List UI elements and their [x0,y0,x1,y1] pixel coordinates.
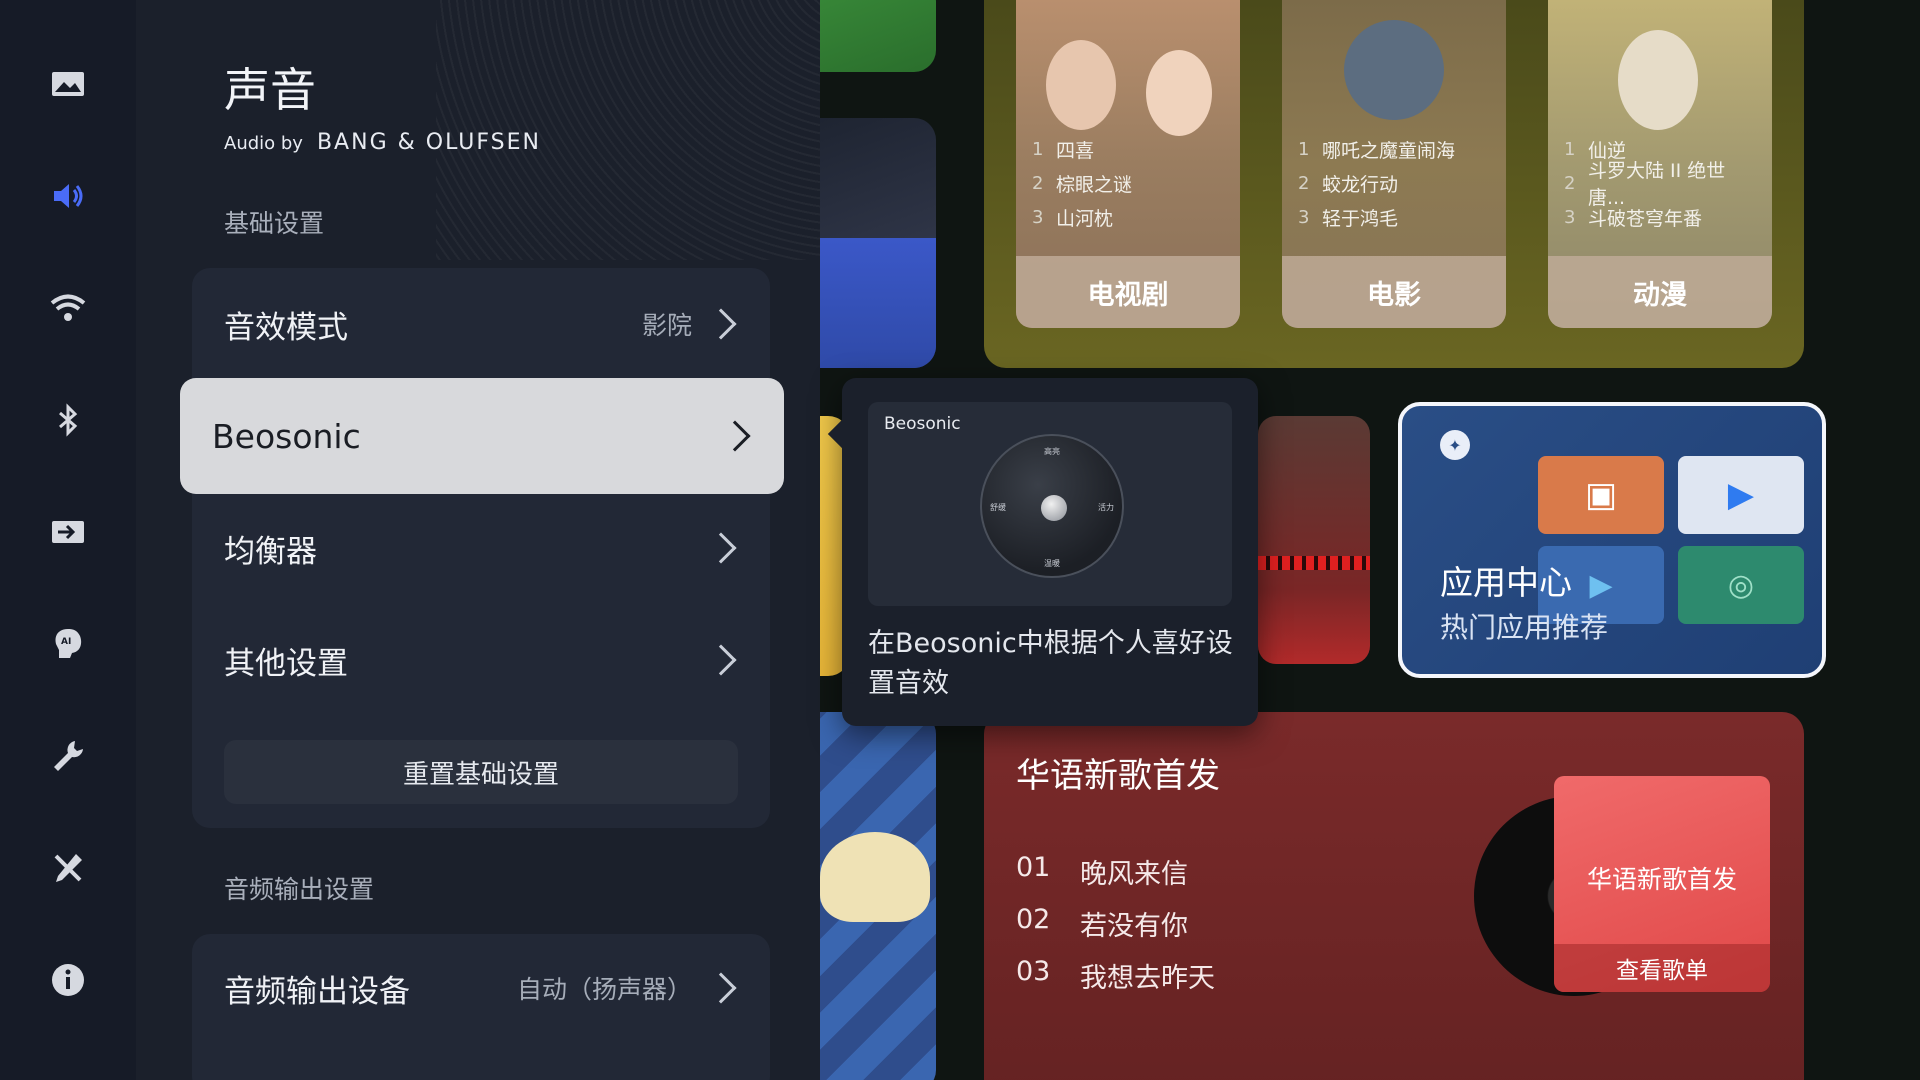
song-item[interactable]: 03 我想去昨天 [1016,956,1215,995]
chevron-right-icon [705,532,737,564]
output-device-item[interactable]: 音频输出设备 自动（扬声器） [192,938,770,1038]
nav-about[interactable] [42,954,94,1006]
brand-name: BANG & OLUFSEN [316,130,541,155]
tv-series-label: 电视剧 [1016,256,1240,328]
ranking-row: 3 轻于鸿毛 [1298,206,1399,230]
tools-icon [54,854,82,882]
equalizer-item[interactable]: 均衡器 [192,498,770,598]
album-title: 华语新歌首发 [1586,865,1737,894]
sound-icon [54,184,83,208]
anime-ranking: 1 仙逆 2 斗罗大陆 II 绝世唐... 3 斗破苍穹年番 [1548,132,1772,234]
dial-label-bottom: 温暖 [1044,559,1060,568]
nav-ai-assistant[interactable]: AI [42,618,94,670]
nav-bluetooth[interactable] [42,394,94,446]
wrench-icon [54,741,83,771]
beosonic-label: Beosonic [212,416,361,456]
mango-tv-icon: ▣ [1538,456,1664,534]
ranking-row: 2 斗罗大陆 II 绝世唐... [1564,160,1726,209]
ranking-row: 2 棕眼之谜 [1032,172,1133,196]
app-center-title: 应用中心 [1440,563,1572,602]
app-center-subtitle: 热门应用推荐 [1440,611,1609,644]
reset-basic-settings-button[interactable]: 重置基础设置 [224,740,738,804]
app-center-card[interactable]: ✦ ▣ ▶ ▶ ◎ 应用中心 热门应用推荐 [1398,402,1826,678]
category-movie[interactable]: 1 哪吒之魔童闹海 2 蛟龙行动 3 轻于鸿毛 电影 [1282,0,1506,328]
beosonic-dial: 高亮 舒缓 活力 温暖 [980,434,1124,578]
movie-label: 电影 [1282,256,1506,328]
info-icon [52,964,84,996]
input-source-icon [52,521,84,543]
output-device-label: 音频输出设备 [224,973,410,1010]
chevron-right-icon [705,972,737,1004]
album-cover[interactable]: 华语新歌首发 查看歌单 [1554,776,1770,992]
nav-sound[interactable] [42,170,94,222]
settings-nav: AI [0,0,136,1080]
ranking-row: 3 山河枕 [1032,206,1114,230]
tooltip-description: 在Beosonic中根据个人喜好设置音效 [868,628,1233,699]
chevron-right-icon [705,644,737,676]
ranking-row: 1 四喜 [1032,138,1095,162]
audio-by-prefix: Audio by [224,133,303,154]
nav-network[interactable] [42,282,94,334]
music-card: 华语新歌首发 01 晚风来信 02 若没有你 03 我想去昨天 华语新歌首发 查看歌单 [984,712,1804,1080]
fire-icon: ✦ [1440,430,1470,460]
category-anime[interactable]: 1 仙逆 2 斗罗大陆 II 绝世唐... 3 斗破苍穹年番 动漫 [1548,0,1772,328]
category-tv-series[interactable]: 1 四喜 2 棕眼之谜 3 山河枕 电视剧 [1016,0,1240,328]
wifi-icon [50,294,86,321]
svg-text:AI: AI [61,637,71,647]
tile-drama[interactable] [1258,416,1370,664]
bluetooth-icon [59,403,78,437]
drama-decoration [1258,556,1370,570]
equalizer-label: 均衡器 [224,533,317,570]
nav-system-tools[interactable] [42,842,94,894]
music-title: 华语新歌首发 [1016,756,1220,796]
sound-settings-panel: 声音 Audio by BANG & OLUFSEN 基础设置 音效模式 影院 … [136,0,820,1080]
view-playlist-button[interactable]: 查看歌单 [1554,944,1770,992]
ranking-row: 1 哪吒之魔童闹海 [1298,138,1456,162]
dial-label-left: 舒缓 [990,503,1006,512]
video-play-icon: ▶ [1678,456,1804,534]
song-item[interactable]: 01 晚风来信 [1016,852,1188,891]
other-settings-label: 其他设置 [224,645,348,682]
nav-picture[interactable] [42,58,94,110]
sound-mode-item[interactable]: 音效模式 影院 [192,274,770,374]
beosonic-item[interactable]: Beosonic [180,378,784,494]
page-title: 声音 [224,63,316,117]
ai-assistant-icon: AI [55,629,82,658]
beosonic-tooltip: Beosonic 高亮 舒缓 活力 温暖 在Beosonic中根据个人喜好设置音… [827,378,1258,726]
car-graphic [820,832,930,922]
camera-icon: ◎ [1678,546,1804,624]
chevron-right-icon [719,420,751,452]
dial-label-right: 活力 [1098,503,1114,512]
preview-title: Beosonic [884,414,961,434]
other-settings-item[interactable]: 其他设置 [192,610,770,710]
dial-knob [1041,495,1067,521]
video-rankings-card: 1 四喜 2 棕眼之谜 3 山河枕 电视剧 1 哪吒之魔童闹海 2 蛟龙行动 3 轻于鸿毛 … [984,0,1804,368]
beosonic-preview: Beosonic 高亮 舒缓 活力 温暖 [868,402,1232,606]
anime-label: 动漫 [1548,256,1772,328]
section-output-heading: 音频输出设置 [224,875,375,904]
movie-ranking: 1 哪吒之魔童闹海 2 蛟龙行动 3 轻于鸿毛 [1282,132,1506,234]
sound-mode-value: 影院 [641,311,692,340]
section-basic-heading: 基础设置 [224,209,325,238]
picture-icon [52,72,84,96]
chevron-right-icon [705,308,737,340]
song-item[interactable]: 02 若没有你 [1016,904,1188,943]
ranking-row: 2 蛟龙行动 [1298,172,1399,196]
dial-label-top: 高亮 [1044,447,1060,456]
tv-series-ranking: 1 四喜 2 棕眼之谜 3 山河枕 [1016,132,1240,234]
nav-input-source[interactable] [42,506,94,558]
sound-mode-label: 音效模式 [224,309,348,346]
output-device-value: 自动（扬声器） [516,975,692,1004]
nav-general[interactable] [42,730,94,782]
screen: 1 四喜 2 棕眼之谜 3 山河枕 电视剧 1 哪吒之魔童闹海 2 蛟龙行动 3 轻于鸿毛 … [0,0,1920,1080]
audio-by-brand: Audio by BANG & OLUFSEN [224,130,541,155]
